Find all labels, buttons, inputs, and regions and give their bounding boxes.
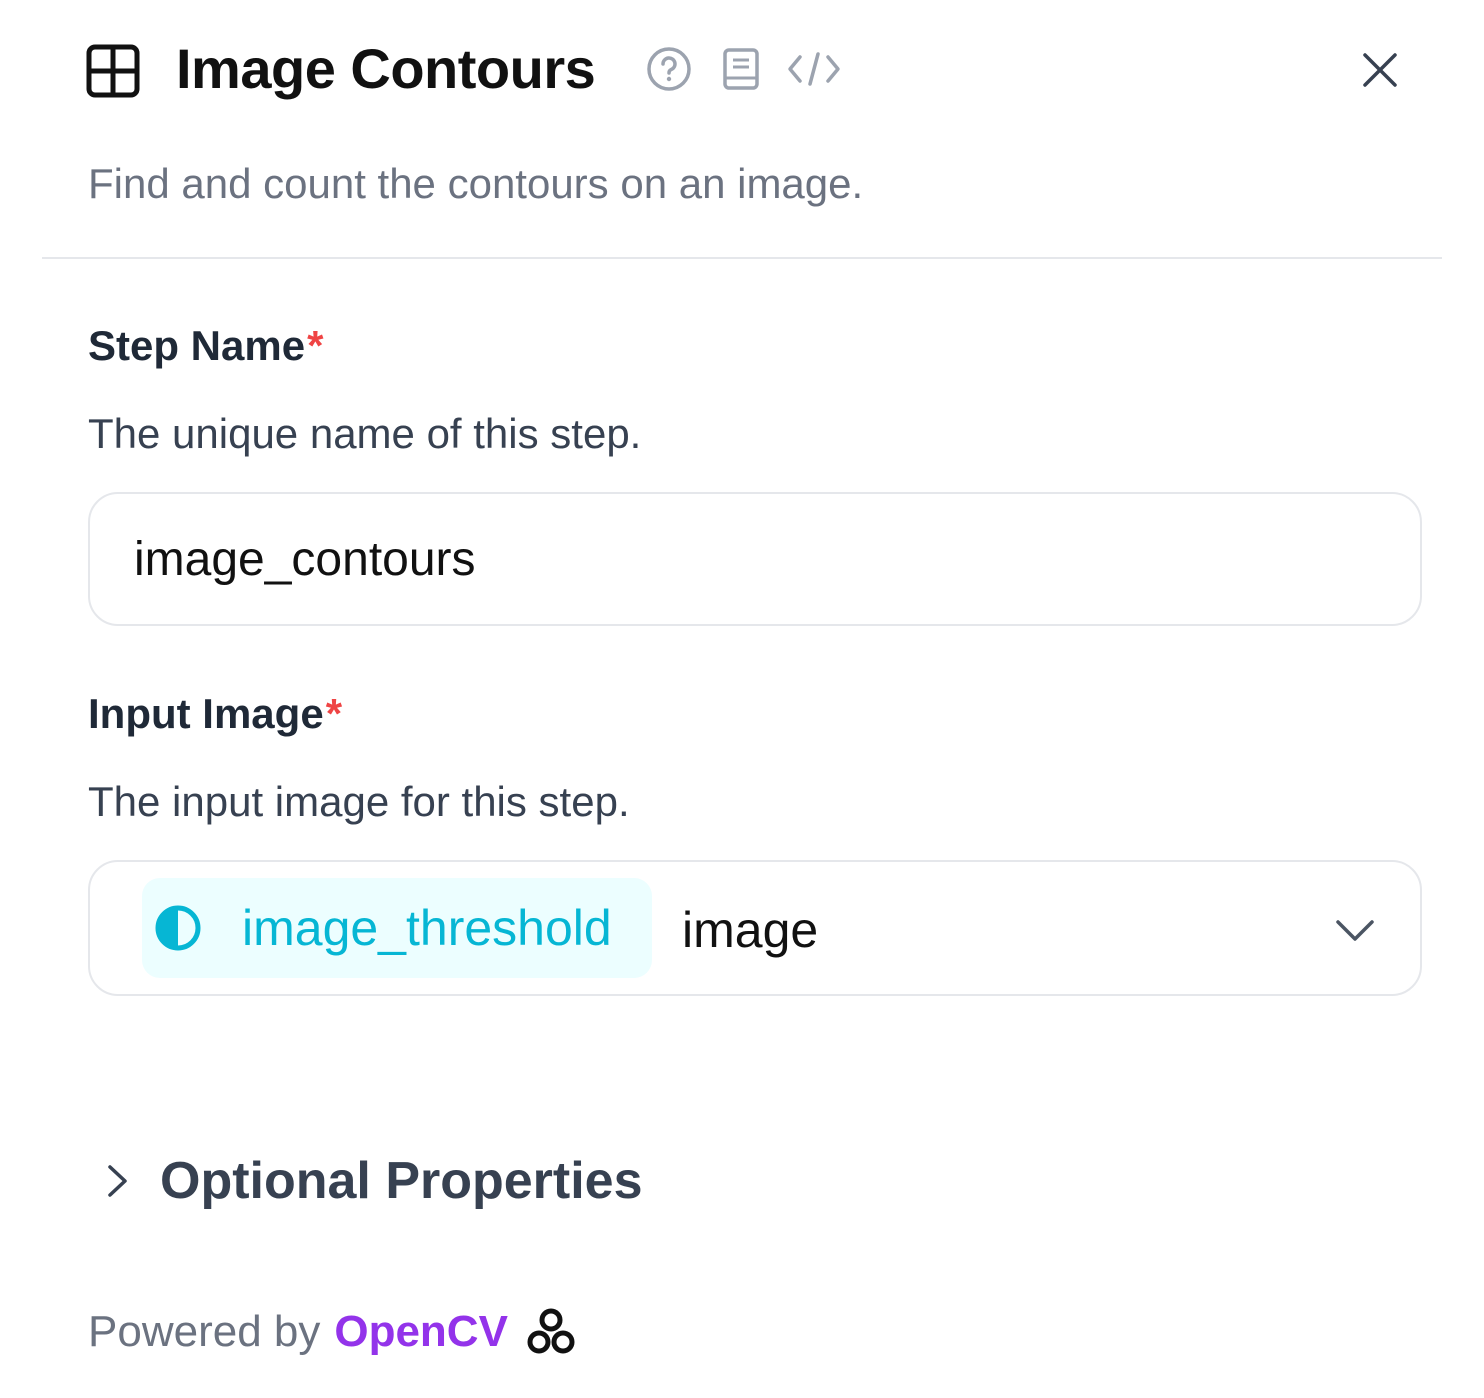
input-image-select[interactable]: image_threshold image xyxy=(88,860,1422,996)
docs-book-icon[interactable] xyxy=(716,44,766,94)
chip-label: image_threshold xyxy=(242,900,612,956)
input-image-value: image xyxy=(682,902,819,958)
panel-title: Image Contours xyxy=(176,37,596,100)
block-grid-icon xyxy=(86,44,140,98)
panel-subtitle: Find and count the contours on an image. xyxy=(88,160,864,207)
input-image-label-text: Input Image xyxy=(88,690,324,737)
input-image-description: The input image for this step. xyxy=(88,778,630,825)
chevron-right-icon xyxy=(108,1165,127,1197)
code-icon[interactable] xyxy=(784,44,844,94)
help-circle-icon[interactable] xyxy=(644,44,694,94)
close-icon[interactable] xyxy=(1356,46,1404,94)
input-image-label: Input Image* xyxy=(88,688,342,740)
required-mark: * xyxy=(307,322,324,369)
step-name-label-text: Step Name xyxy=(88,322,306,369)
step-reference-chip[interactable]: image_threshold xyxy=(142,878,652,978)
half-circle-icon xyxy=(155,905,201,951)
optional-properties-toggle[interactable]: Optional Properties xyxy=(100,1146,643,1216)
header-divider xyxy=(42,257,1442,259)
step-name-label: Step Name* xyxy=(88,320,323,372)
optional-properties-label: Optional Properties xyxy=(160,1152,643,1210)
step-name-input[interactable] xyxy=(88,492,1422,626)
required-mark: * xyxy=(325,690,343,737)
opencv-logo-icon xyxy=(527,1308,575,1354)
step-name-description: The unique name of this step. xyxy=(88,410,642,457)
opencv-link[interactable]: OpenCV xyxy=(334,1307,508,1357)
chevron-down-icon[interactable] xyxy=(1332,910,1378,950)
powered-by-text: Powered by xyxy=(88,1307,321,1356)
powered-by-footer: Powered by OpenCV xyxy=(88,1302,576,1362)
